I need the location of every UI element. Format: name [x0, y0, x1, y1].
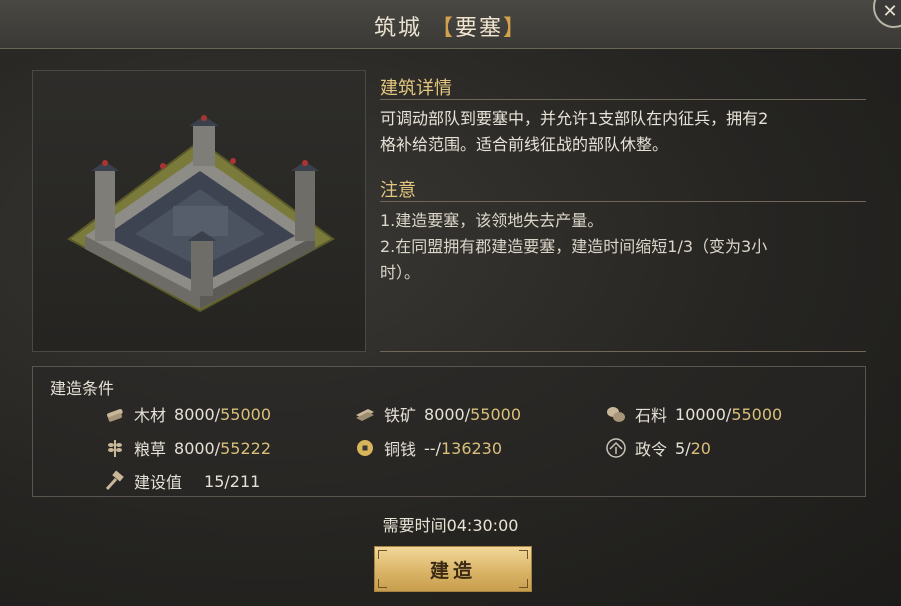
- requirement-grain: 粮草 8000/55222: [104, 436, 271, 460]
- building-image-panel: [32, 70, 366, 352]
- description-line: 格补给范围。适合前线征战的部队休整。: [380, 135, 669, 154]
- build-button[interactable]: 建造: [374, 546, 532, 592]
- window-title: 筑城 【要塞】: [0, 10, 901, 42]
- build-button-label: 建造: [429, 559, 476, 582]
- requirement-stone: 石料 10000/55000: [605, 402, 782, 426]
- requirements-title: 建造条件: [50, 379, 115, 398]
- building-name: 要塞: [455, 16, 504, 41]
- notice-line: 时）。: [380, 263, 421, 282]
- fortress-illustration: [67, 115, 335, 313]
- details-description: 可调动部队到要塞中，并允许1支部队在内征兵，拥有2 格补给范围。适合前线征战的部…: [380, 106, 866, 158]
- stone-icon: [607, 407, 625, 422]
- description-line: 可调动部队到要塞中，并允许1支部队在内征兵，拥有2: [380, 109, 769, 128]
- time-needed: 需要时间04:30:00: [382, 516, 519, 535]
- title-bracket-close: 】: [503, 16, 528, 41]
- grain-icon: [108, 440, 122, 457]
- info-bottom-divider: [380, 351, 866, 352]
- title-bracket-open: 【: [430, 16, 455, 41]
- requirement-decree: 政令 5/20: [605, 436, 711, 460]
- corner-ornament: [519, 579, 528, 588]
- notice-line: 1.建造要塞，该领地失去产量。: [380, 211, 604, 230]
- requirement-wood: 木材 8000/55000: [104, 402, 271, 426]
- iron-icon: [356, 409, 374, 421]
- requirement-coin: 铜钱 --/136230: [354, 436, 502, 460]
- hammer-icon: [105, 470, 124, 491]
- notice-divider: [380, 201, 866, 202]
- corner-ornament: [519, 550, 528, 559]
- decree-icon: [606, 438, 626, 458]
- requirement-iron: 铁矿 8000/55000: [354, 402, 521, 426]
- details-heading: 建筑详情: [380, 78, 452, 99]
- notice-heading: 注意: [380, 180, 416, 201]
- notice-line: 2.在同盟拥有郡建造要塞，建造时间缩短1/3（变为3小: [380, 237, 768, 256]
- corner-ornament: [378, 550, 387, 559]
- title-prefix: 筑城: [373, 16, 422, 41]
- coin-icon: [357, 440, 373, 456]
- notice-text: 1.建造要塞，该领地失去产量。 2.在同盟拥有郡建造要塞，建造时间缩短1/3（变…: [380, 208, 866, 286]
- wood-icon: [107, 409, 123, 422]
- close-icon: ✕: [882, 0, 898, 22]
- requirement-construction: 建设值 15/211: [104, 469, 260, 493]
- corner-ornament: [378, 579, 387, 588]
- details-divider: [380, 99, 866, 100]
